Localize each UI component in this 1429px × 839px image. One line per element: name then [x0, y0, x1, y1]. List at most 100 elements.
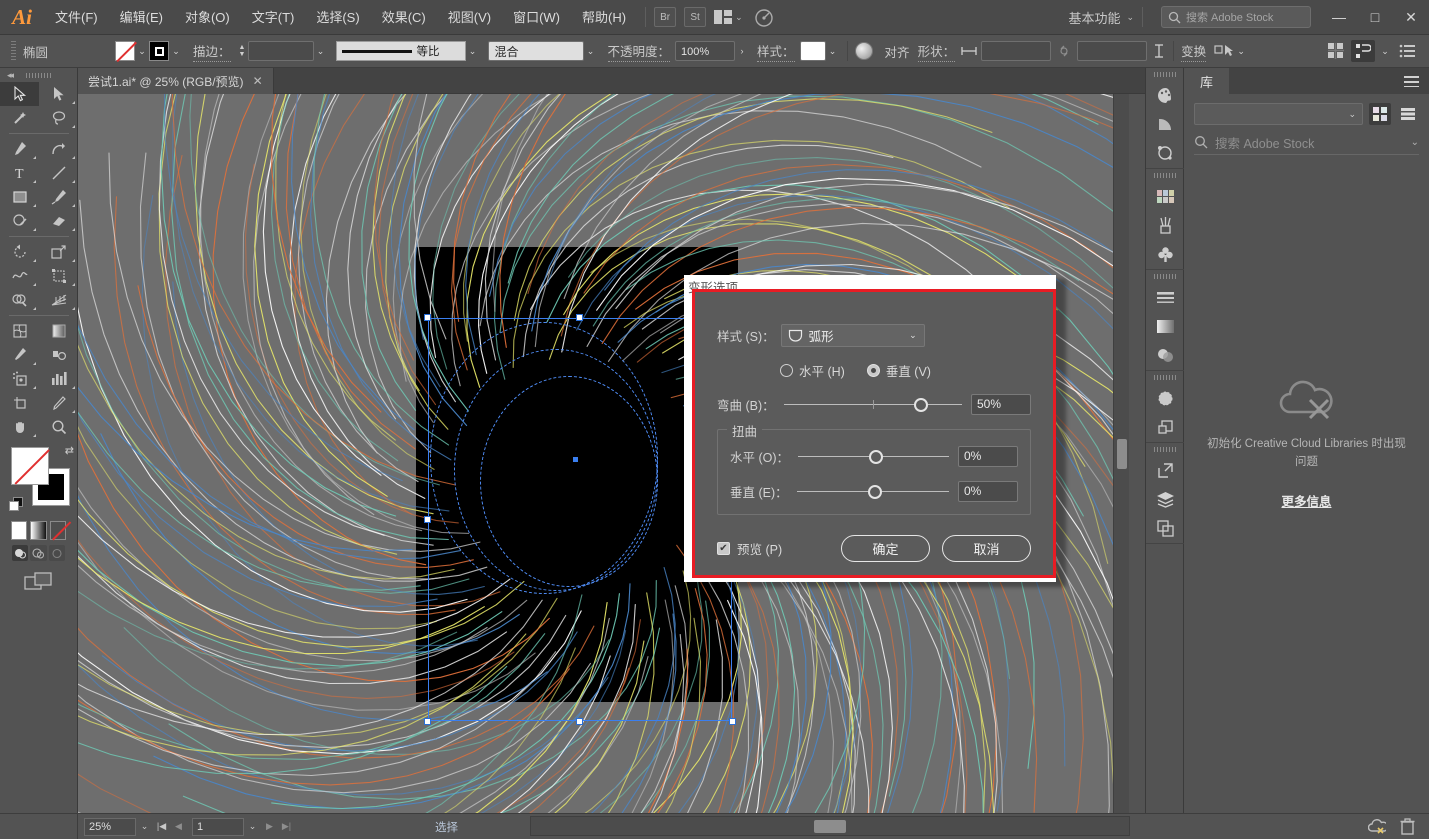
screen-mode-button[interactable] [0, 561, 77, 591]
align-label[interactable]: 对齐 [885, 42, 910, 61]
menu-view[interactable]: 视图(V) [437, 0, 502, 35]
radio-horizontal[interactable]: 水平 (H) [780, 361, 845, 380]
selection-handle[interactable] [576, 314, 583, 321]
warp-options-dialog[interactable]: 变形选项 样式 (S)： 弧形 ⌄ 水平 (H) [684, 275, 1056, 582]
vertical-scroll-thumb[interactable] [1117, 439, 1127, 469]
menu-effect[interactable]: 效果(C) [371, 0, 437, 35]
library-search-input[interactable]: 搜索 Adobe Stock ⌄ [1194, 133, 1419, 155]
align-panel-icon[interactable] [1324, 40, 1348, 62]
tool-shaper[interactable] [0, 209, 39, 233]
opacity-arrow-icon[interactable]: › [735, 41, 749, 61]
document-setup-icon[interactable] [1351, 40, 1375, 62]
opacity-label[interactable]: 不透明度： [608, 41, 671, 62]
transform-label[interactable]: 变换 [1181, 41, 1206, 62]
bend-slider-knob[interactable] [914, 398, 928, 412]
select-similar-chevron-down-icon[interactable]: ⌄ [1234, 41, 1248, 61]
tool-mesh[interactable] [0, 319, 39, 343]
tool-paintbrush[interactable] [39, 185, 78, 209]
style-label[interactable]: 样式： [757, 41, 795, 62]
stroke-weight-chevron-down-icon[interactable]: ⌄ [314, 41, 328, 61]
tool-hand[interactable] [0, 415, 39, 439]
stroke-weight-label[interactable]: 描边： [193, 41, 231, 62]
swap-fill-stroke-icon[interactable]: ⇄ [65, 444, 74, 457]
document-tab[interactable]: 尝试1.ai* @ 25% (RGB/预览) ✕ [78, 68, 274, 94]
artboards-panel-icon[interactable] [1146, 514, 1185, 543]
tool-perspective-grid[interactable] [39, 288, 78, 312]
stroke-profile-chevron-down-icon[interactable]: ⌄ [466, 41, 480, 61]
tool-symbol-sprayer[interactable] [0, 367, 39, 391]
tool-artboard[interactable] [0, 391, 39, 415]
close-icon[interactable]: ✕ [253, 74, 263, 88]
layers-panel-icon[interactable] [1146, 485, 1185, 514]
document-setup-chevron-down-icon[interactable]: ⌄ [1378, 41, 1392, 61]
toolbar-collapse-icon[interactable]: ◂◂ [7, 70, 12, 81]
tool-shape-builder[interactable] [0, 288, 39, 312]
menu-window[interactable]: 窗口(W) [502, 0, 571, 35]
zoom-level-input[interactable]: 25% [84, 818, 136, 836]
tool-rectangle[interactable] [0, 185, 39, 209]
list-view-button[interactable] [1397, 103, 1419, 125]
distort-horizontal-input[interactable]: 0% [958, 446, 1018, 467]
stroke-weight-input[interactable] [248, 41, 314, 61]
dock-gripper[interactable] [1146, 270, 1183, 283]
dock-gripper[interactable] [1146, 68, 1183, 81]
blend-mode-chevron-down-icon[interactable]: ⌄ [584, 41, 598, 61]
link-broken-icon[interactable] [1056, 44, 1072, 58]
selection-handle[interactable] [729, 718, 736, 725]
fill-color-swatch[interactable] [11, 447, 49, 485]
none-button[interactable] [50, 521, 66, 540]
tool-eraser[interactable] [39, 209, 78, 233]
canvas-vertical-scrollbar[interactable] [1113, 94, 1129, 813]
stroke-profile-select[interactable]: 等比 [336, 41, 466, 61]
tool-rotate[interactable] [0, 240, 39, 264]
panel-list-icon[interactable] [1395, 40, 1419, 62]
previous-artboard-button[interactable]: ◀ [170, 817, 187, 837]
tool-selection[interactable] [0, 82, 39, 106]
select-similar-icon[interactable] [1214, 43, 1234, 59]
cancel-button[interactable]: 取消 [942, 535, 1031, 562]
color-guide-panel-icon[interactable] [1146, 110, 1185, 139]
tool-pen[interactable] [0, 137, 39, 161]
tool-lasso[interactable] [39, 106, 78, 130]
selection-handle[interactable] [424, 314, 431, 321]
minimize-button[interactable]: — [1321, 0, 1357, 35]
tool-magic-wand[interactable] [0, 106, 39, 130]
menu-help[interactable]: 帮助(H) [571, 0, 637, 35]
pathfinder-panel-icon[interactable] [1146, 413, 1185, 442]
shape-label[interactable]: 形状： [918, 41, 956, 62]
tool-line-segment[interactable] [39, 161, 78, 185]
draw-behind-button[interactable] [30, 545, 46, 561]
tool-direct-selection[interactable] [39, 82, 78, 106]
maximize-button[interactable]: □ [1357, 0, 1393, 35]
export-panel-icon[interactable] [1146, 456, 1185, 485]
distort-vertical-slider[interactable] [797, 484, 949, 500]
hamburger-icon[interactable] [1404, 76, 1419, 87]
selection-handle[interactable] [424, 516, 431, 523]
selection-handle[interactable] [576, 718, 583, 725]
tool-column-graph[interactable] [39, 367, 78, 391]
distort-horizontal-slider[interactable] [798, 449, 949, 465]
trash-icon[interactable] [1400, 818, 1415, 835]
tab-libraries[interactable]: 库 [1184, 68, 1229, 94]
library-select[interactable]: ⌄ [1194, 103, 1363, 125]
tool-blend[interactable] [39, 343, 78, 367]
color-panel-icon[interactable] [1146, 81, 1185, 110]
shape-height-input[interactable] [1077, 41, 1147, 61]
tool-slice[interactable] [39, 391, 78, 415]
menu-edit[interactable]: 编辑(E) [109, 0, 174, 35]
dock-gripper[interactable] [1146, 169, 1183, 182]
radio-vertical[interactable]: 垂直 (V) [867, 361, 931, 380]
shape-width-input[interactable] [981, 41, 1051, 61]
workspace-chevron-down-icon[interactable]: ⌄ [1126, 12, 1134, 23]
draw-inside-button[interactable] [49, 545, 65, 561]
warp-style-select[interactable]: 弧形 ⌄ [781, 324, 925, 347]
menu-file[interactable]: 文件(F) [44, 0, 109, 35]
control-bar-gripper[interactable] [9, 41, 18, 61]
grid-view-button[interactable] [1369, 103, 1391, 125]
more-info-link[interactable]: 更多信息 [1206, 491, 1407, 510]
dock-gripper[interactable] [1146, 371, 1183, 384]
bend-slider[interactable] [784, 397, 962, 413]
default-fill-stroke-icon[interactable] [9, 497, 24, 512]
stock-button[interactable]: St [684, 7, 706, 27]
tool-free-transform[interactable] [39, 264, 78, 288]
